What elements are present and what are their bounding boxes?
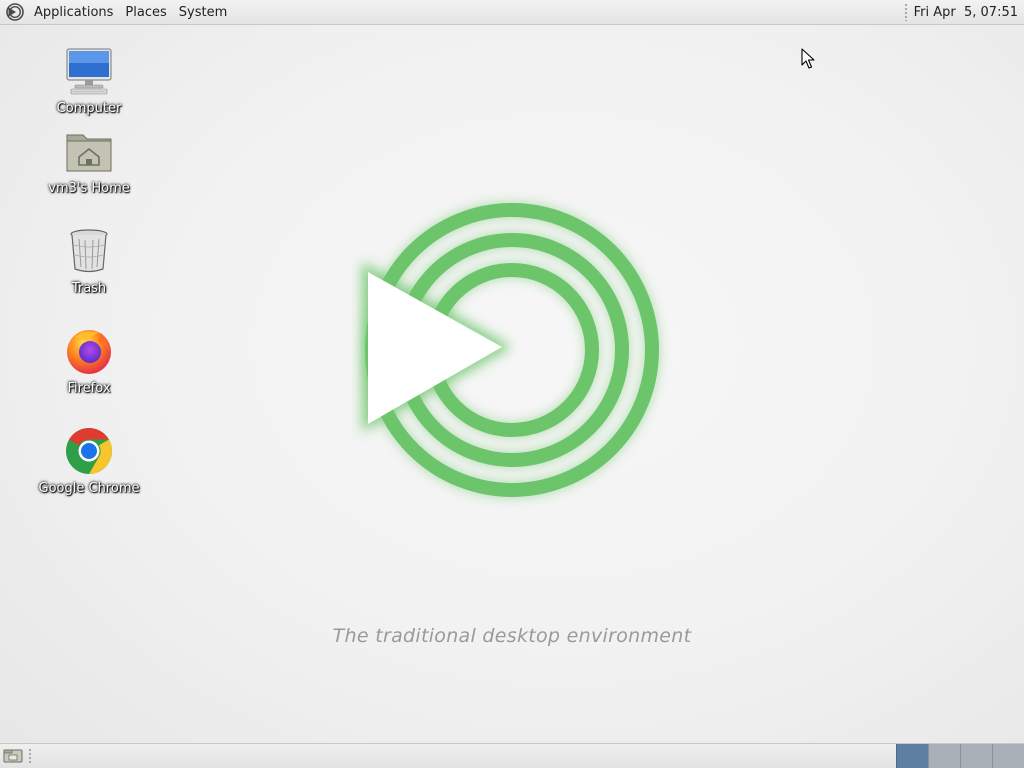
applications-menu[interactable]: Applications (28, 0, 119, 25)
desktop-icon-label: Trash (71, 281, 107, 296)
bottom-panel (0, 743, 1024, 768)
desktop-icon-label: vm3's Home (48, 181, 130, 196)
workspace-4[interactable] (992, 744, 1024, 768)
home-folder-icon (65, 127, 113, 175)
desktop-icon-label: Google Chrome (38, 481, 140, 496)
desktop-icon-trash[interactable]: Trash (34, 227, 144, 296)
desktop-icon-home[interactable]: vm3's Home (34, 127, 144, 196)
show-desktop-icon[interactable] (2, 747, 24, 765)
firefox-icon (65, 327, 113, 375)
desktop-icon-computer[interactable]: Computer (34, 47, 144, 116)
chrome-icon (65, 427, 113, 475)
top-panel: Applications Places System Fri Apr 5, 07… (0, 0, 1024, 25)
mouse-cursor-icon (801, 48, 817, 70)
workspace-3[interactable] (960, 744, 992, 768)
wallpaper-tagline: The traditional desktop environment (332, 625, 692, 647)
trash-icon (65, 227, 113, 275)
mate-menu-icon[interactable] (5, 2, 25, 22)
workspace-2[interactable] (928, 744, 960, 768)
panel-handle[interactable] (903, 3, 908, 21)
mate-logo (352, 192, 672, 512)
computer-icon (65, 47, 113, 95)
workspace-1[interactable] (896, 744, 928, 768)
panel-handle[interactable] (28, 748, 32, 764)
workspace-switcher[interactable] (896, 744, 1024, 768)
system-menu[interactable]: System (173, 0, 233, 25)
desktop-icon-label: Firefox (67, 381, 111, 396)
desktop-icon-label: Computer (56, 101, 122, 116)
places-menu[interactable]: Places (119, 0, 172, 25)
desktop-icon-chrome[interactable]: Google Chrome (34, 427, 144, 496)
clock[interactable]: Fri Apr 5, 07:51 (914, 5, 1024, 20)
desktop-icon-firefox[interactable]: Firefox (34, 327, 144, 396)
